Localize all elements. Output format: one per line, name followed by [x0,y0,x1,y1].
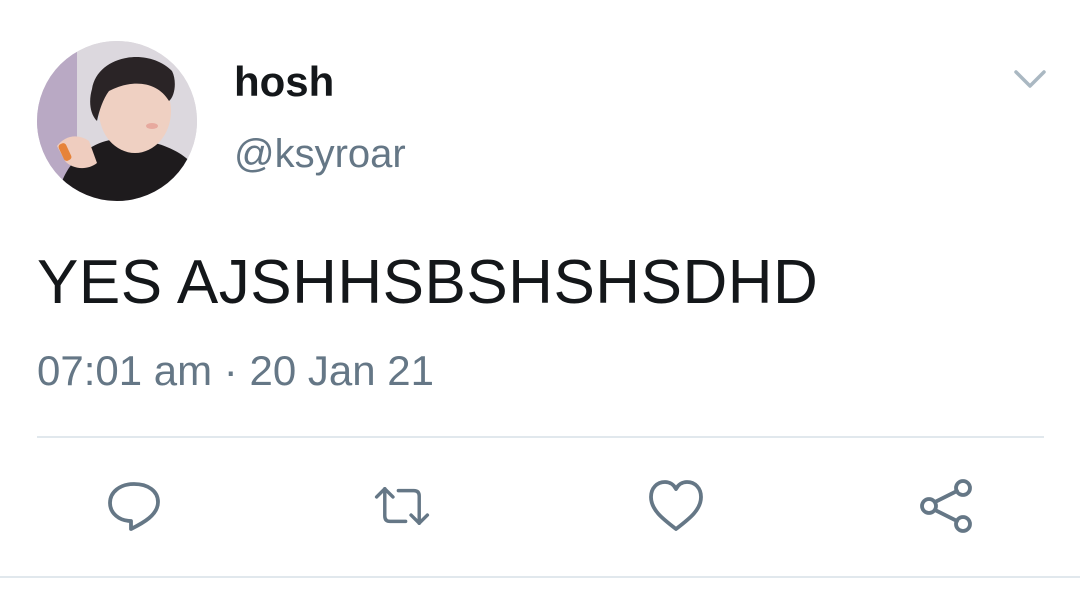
avatar-image [37,41,197,201]
tweet-text: YES AJSHHSBSHSHSDHD [37,248,819,317]
tweet-timestamp[interactable]: 07:01 am · 20 Jan 21 [37,346,434,396]
reply-button[interactable] [104,476,164,536]
avatar[interactable] [37,41,197,201]
retweet-button[interactable] [372,476,432,536]
chevron-down-icon [1014,70,1046,88]
tweet-menu-button[interactable] [1010,62,1050,94]
tweet-card: hosh @ksyroar YES AJSHHSBSHSHSDHD 07:01 … [0,0,1080,596]
share-icon [920,479,972,533]
divider [37,436,1044,438]
share-button[interactable] [916,476,976,536]
reply-icon [108,482,160,531]
timestamp-separator: · [223,347,238,394]
bottom-divider [0,576,1080,578]
display-name[interactable]: hosh [234,58,334,106]
retweet-icon [374,487,430,525]
heart-icon [649,480,703,531]
user-handle[interactable]: @ksyroar [234,131,406,177]
tweet-date: 20 Jan 21 [249,347,434,394]
like-button[interactable] [646,476,706,536]
tweet-time: 07:01 am [37,347,213,394]
